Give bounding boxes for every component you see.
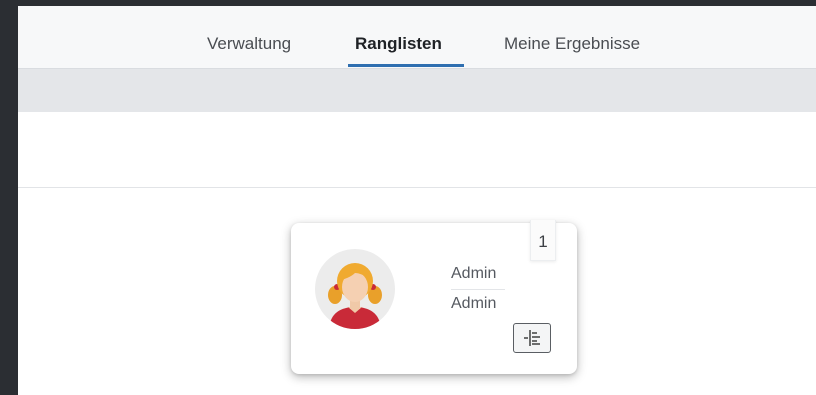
filter-bar: [18, 69, 816, 112]
left-dark-bar: [0, 0, 18, 395]
tabs-bar: Verwaltung Ranglisten Meine Ergebnisse: [18, 6, 816, 69]
player-name-line-2: Admin: [451, 295, 497, 312]
tab-ranglisten[interactable]: Ranglisten: [355, 34, 442, 54]
rank-badge: 1: [530, 220, 556, 261]
tab-meine-ergebnisse[interactable]: Meine Ergebnisse: [504, 34, 640, 54]
leaderboard-card[interactable]: 1 Admin Admin: [291, 220, 577, 374]
align-indent-icon: [524, 330, 540, 346]
tab-verwaltung[interactable]: Verwaltung: [207, 34, 291, 54]
app-content: Verwaltung Ranglisten Meine Ergebnisse 1: [18, 6, 816, 395]
details-button[interactable]: [513, 323, 551, 353]
active-tab-indicator: [348, 64, 464, 67]
girl-avatar-icon: [315, 249, 395, 329]
player-name-line-1: Admin: [451, 265, 497, 282]
empty-header-row: [18, 112, 816, 188]
name-divider: [451, 289, 505, 290]
